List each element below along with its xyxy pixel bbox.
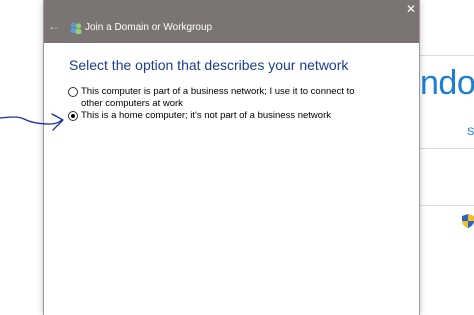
dialog-title: Join a Domain or Workgroup <box>85 22 213 33</box>
close-button[interactable]: ✕ <box>404 2 418 16</box>
dialog-heading: Select the option that describes your ne… <box>69 57 349 73</box>
background-divider <box>420 205 474 206</box>
business-network-radio[interactable] <box>68 87 78 97</box>
hand-drawn-arrow-icon <box>0 113 64 131</box>
business-network-label[interactable]: This computer is part of a business netw… <box>81 86 371 109</box>
option-home-computer[interactable]: This is a home computer; it's not part o… <box>68 110 371 122</box>
back-arrow-icon[interactable]: ← <box>48 20 60 32</box>
home-computer-label[interactable]: This is a home computer; it's not part o… <box>81 110 371 122</box>
dialog-titlebar: ← Join a Domain or Workgroup ✕ <box>44 0 419 43</box>
option-business-network[interactable]: This computer is part of a business netw… <box>68 86 371 109</box>
join-domain-dialog: ← Join a Domain or Workgroup ✕ Select th… <box>43 0 420 315</box>
background-divider <box>420 148 474 149</box>
uac-shield-icon <box>462 214 474 228</box>
background-divider <box>420 55 474 56</box>
background-windows-heading: ndows <box>420 64 474 102</box>
background-right-panel <box>420 0 474 315</box>
network-users-icon <box>70 22 82 34</box>
background-link[interactable]: S <box>467 126 474 138</box>
